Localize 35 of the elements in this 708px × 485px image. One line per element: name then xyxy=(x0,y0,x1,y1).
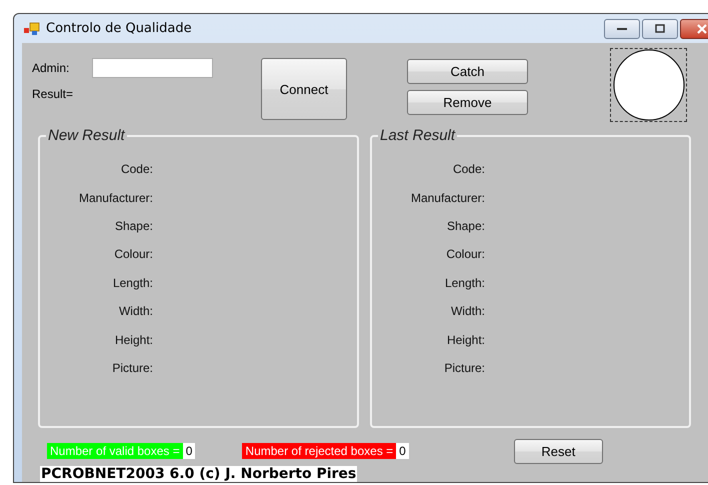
catch-button[interactable]: Catch xyxy=(407,59,528,84)
maximize-button[interactable] xyxy=(642,18,678,38)
field-label: Shape: xyxy=(114,218,153,233)
result-label: Result= xyxy=(32,87,74,101)
minimize-icon xyxy=(617,26,627,30)
field-label: Height: xyxy=(114,332,153,347)
copyright-text: PCROBNET2003 6.0 (c) J. Norberto Pires xyxy=(40,466,358,482)
field-label: Code: xyxy=(452,162,485,176)
field-label: Code: xyxy=(120,162,153,176)
window-title: Controlo de Qualidade xyxy=(46,21,192,36)
field-label: Height: xyxy=(446,332,485,347)
field-label: Width: xyxy=(450,304,485,318)
admin-label: Admin: xyxy=(32,61,70,75)
admin-input-field[interactable] xyxy=(92,58,213,78)
field-label: Length: xyxy=(444,276,485,290)
counter-label: Number of rejected boxes = xyxy=(242,443,396,459)
field-label: Manufacturer: xyxy=(410,190,485,205)
remove-button[interactable]: Remove xyxy=(407,90,528,115)
field-label: Picture: xyxy=(111,360,153,375)
field-label: Colour: xyxy=(113,247,153,262)
counter-value: 0 xyxy=(182,443,196,459)
field-label: Width: xyxy=(118,304,153,318)
connect-button[interactable]: Connect xyxy=(261,58,347,120)
field-label: Manufacturer: xyxy=(78,190,153,205)
app-icon xyxy=(24,22,40,36)
counter-label: Number of valid boxes = xyxy=(47,443,183,459)
reset-button[interactable]: Reset xyxy=(514,438,603,464)
field-label: Colour: xyxy=(445,247,485,262)
field-label: Shape: xyxy=(446,218,485,233)
close-icon xyxy=(696,24,708,34)
maximize-icon xyxy=(655,24,665,33)
minimize-button[interactable] xyxy=(604,18,640,38)
counter-value: 0 xyxy=(396,443,409,459)
field-label: Picture: xyxy=(443,360,485,375)
field-label: Length: xyxy=(112,276,153,290)
